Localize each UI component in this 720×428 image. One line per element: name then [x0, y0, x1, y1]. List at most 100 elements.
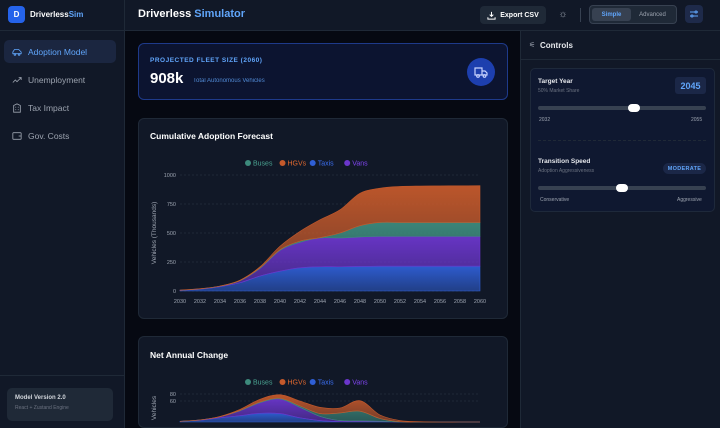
legend-item-vans: Vans [352, 161, 368, 168]
page-title-a: Driverless [138, 8, 192, 20]
sidebar-divider [0, 375, 125, 376]
app-name: DriverlessSim [30, 10, 83, 19]
slider-max-label: Aggressive [677, 197, 702, 203]
legend-swatch-vans [344, 379, 351, 385]
app-name-a: Driverless [30, 10, 69, 19]
y-tick-label: 500 [167, 231, 176, 237]
header-divider [580, 8, 581, 22]
slider-min-label: 2032 [539, 117, 551, 123]
controls-toggle-button[interactable] [685, 5, 703, 23]
sidebar-item-gov-costs[interactable]: Gov. Costs [4, 124, 116, 147]
x-tick-label: 2042 [294, 299, 306, 305]
controls-title: Controls [540, 41, 573, 50]
x-tick-label: 2050 [374, 299, 386, 305]
page-title: Driverless Simulator [138, 8, 245, 20]
y-tick-label: 1000 [164, 173, 176, 179]
legend-swatch-hgvs [279, 160, 286, 166]
legend-item-vans: Vans [352, 380, 368, 387]
building-icon [13, 102, 21, 113]
divider [538, 140, 706, 141]
sidebar-item-label: Tax Impact [28, 102, 70, 113]
sidebar-item-label: Gov. Costs [28, 130, 70, 141]
x-tick-label: 2048 [354, 299, 366, 305]
x-tick-label: 2046 [334, 299, 346, 305]
kpi-value: 908k [150, 70, 184, 87]
legend-item-buses: Buses [253, 380, 273, 387]
x-tick-label: 2044 [314, 299, 326, 305]
mode-simple-button[interactable]: Simple [592, 8, 631, 21]
fleet-size-card [138, 43, 508, 100]
sliders-icon [690, 10, 698, 18]
truck-icon [474, 67, 488, 78]
mode-toggle: Simple Advanced [589, 5, 677, 24]
app-name-b: Sim [68, 10, 84, 19]
slider-max-label: 2055 [691, 117, 703, 123]
sidebar-item-label: Unemployment [28, 74, 86, 85]
chart-title: Net Annual Change [150, 350, 229, 360]
legend-swatch-taxis [309, 379, 316, 385]
x-tick-label: 2058 [454, 299, 466, 305]
model-version-subtitle: React + Zustand Engine [15, 405, 69, 411]
x-tick-label: 2038 [254, 299, 266, 305]
y-axis-title: Vehicles (Thousands) [151, 202, 158, 265]
area-taxis [179, 265, 481, 292]
y-tick-label: 250 [167, 260, 176, 266]
legend-swatch-buses [245, 160, 251, 166]
transition-speed-label: Transition Speed [538, 158, 591, 165]
legend-item-buses: Buses [253, 161, 273, 168]
legend-swatch-taxis [309, 160, 316, 166]
page-title-b: Simulator [194, 8, 246, 20]
x-tick-label: 2030 [174, 299, 186, 305]
target-year-value: 2045 [675, 77, 706, 94]
transition-speed-badge: MODERATE [663, 163, 706, 174]
target-year-subtitle: 50% Market Share [538, 88, 580, 94]
cumulative-adoption-chart: 0 250 500 750 1000 2030 2032 2034 2036 2038 2040 20… [151, 160, 486, 305]
sliders-icon: ⚟ [529, 42, 536, 49]
target-year-slider[interactable] [538, 106, 706, 110]
app-logo: D [8, 6, 25, 23]
sidebar-item-label: Adoption Model [28, 46, 88, 57]
y-tick-label: 0 [173, 289, 176, 295]
y-tick-label: 60 [170, 399, 176, 405]
x-tick-label: 2052 [394, 299, 406, 305]
car-icon [12, 48, 22, 56]
kpi-label: PROJECTED FLEET SIZE (2060) [150, 57, 263, 64]
legend-item-taxis: Taxis [318, 380, 334, 387]
sidebar-item-tax-impact[interactable]: Tax Impact [4, 96, 116, 119]
legend-swatch-buses [245, 379, 251, 385]
truck-icon-badge [467, 58, 495, 86]
export-csv-button[interactable]: Export CSV [480, 6, 546, 24]
transition-speed-subtitle: Adoption Aggressiveness [538, 168, 595, 174]
legend-item-taxis: Taxis [318, 161, 334, 168]
legend-item-hgvs: HGVs [288, 161, 307, 168]
target-year-label: Target Year [538, 78, 573, 85]
x-tick-label: 2060 [474, 299, 486, 305]
wallet-icon [12, 131, 22, 140]
y-tick-label: 750 [167, 202, 176, 208]
chart-title: Cumulative Adoption Forecast [150, 131, 273, 141]
trend-icon [12, 76, 22, 83]
mode-advanced-button[interactable]: Advanced [631, 8, 674, 21]
target-year-slider-thumb[interactable] [627, 104, 640, 112]
legend-swatch-vans [344, 160, 351, 166]
slider-min-label: Conservative [540, 197, 570, 203]
sidebar-item-unemployment[interactable]: Unemployment [4, 68, 116, 91]
x-tick-label: 2056 [434, 299, 446, 305]
x-tick-label: 2054 [414, 299, 426, 305]
model-version-title: Model Version 2.0 [15, 395, 66, 401]
y-axis-title: Vehicles [151, 395, 158, 420]
transition-speed-slider-thumb[interactable] [616, 184, 628, 192]
sidebar-item-adoption-model[interactable]: Adoption Model [4, 40, 116, 63]
x-tick-label: 2032 [194, 299, 206, 305]
x-tick-label: 2036 [234, 299, 246, 305]
legend-swatch-hgvs [279, 379, 286, 385]
download-icon [487, 11, 496, 20]
x-tick-label: 2040 [274, 299, 286, 305]
kpi-subtitle: Total Autonomous Vehicles [193, 78, 265, 84]
sidebar [0, 0, 125, 428]
model-version-card: Model Version 2.0 React + Zustand Engine [7, 388, 113, 421]
x-tick-label: 2034 [214, 299, 226, 305]
legend-item-hgvs: HGVs [288, 380, 307, 387]
y-tick-label: 80 [170, 392, 176, 398]
theme-toggle-sun-icon[interactable]: ☼ [556, 8, 570, 22]
